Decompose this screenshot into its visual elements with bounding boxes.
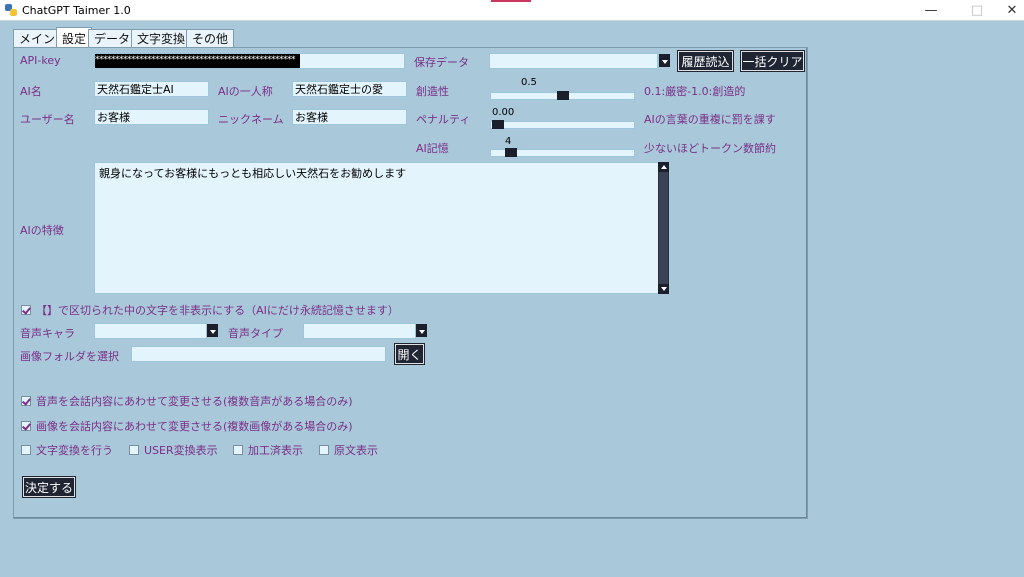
scroll-down-icon[interactable]: [658, 284, 669, 294]
api-key-label: API-key: [20, 54, 61, 67]
checkbox-box[interactable]: [129, 445, 139, 455]
creativity-slider-thumb[interactable]: [556, 91, 569, 100]
user-convert-label: USER変換表示: [144, 444, 218, 457]
change-image-checkbox[interactable]: 画像を会話内容にあわせて変更させる(複数画像がある場合のみ): [21, 418, 353, 434]
penalty-slider-thumb[interactable]: [492, 120, 504, 129]
change-voice-label: 音声を会話内容にあわせて変更させる(複数音声がある場合のみ): [36, 395, 353, 408]
confirm-button[interactable]: 決定する: [22, 476, 76, 498]
ai-first-person-label: AIの一人称: [218, 85, 273, 98]
settings-panel: API-key ********************************…: [13, 47, 808, 519]
creativity-value: 0.5: [521, 77, 537, 88]
ai-name-label: AI名: [20, 85, 42, 98]
image-folder-label: 画像フォルダを選択: [20, 350, 119, 363]
creativity-label: 創造性: [416, 85, 449, 98]
original-label: 原文表示: [334, 444, 378, 457]
api-key-value: ****************************************…: [95, 54, 300, 68]
scroll-up-icon[interactable]: [658, 162, 669, 172]
creativity-hint: 0.1:厳密-1.0:創造的: [644, 85, 746, 98]
change-image-label: 画像を会話内容にあわせて変更させる(複数画像がある場合のみ): [36, 420, 353, 433]
accent-line: [491, 0, 531, 2]
checkbox-box[interactable]: [21, 396, 31, 406]
voice-character-label: 音声キャラ: [20, 327, 75, 340]
ai-traits-label: AIの特徴: [20, 224, 64, 237]
user-convert-checkbox[interactable]: USER変換表示: [129, 442, 218, 458]
tab-char-convert[interactable]: 文字変換: [131, 29, 192, 47]
processed-checkbox[interactable]: 加工済表示: [233, 442, 303, 458]
penalty-slider[interactable]: [490, 121, 635, 129]
ai-traits-scrollbar[interactable]: [658, 162, 669, 294]
saved-data-label: 保存データ: [414, 56, 469, 69]
ai-name-field[interactable]: 天然石鑑定士AI: [94, 81, 209, 97]
maximize-icon[interactable]: □: [954, 0, 1000, 21]
char-convert-checkbox[interactable]: 文字変換を行う: [21, 442, 113, 458]
penalty-hint: AIの言葉の重複に罰を課す: [644, 113, 776, 126]
ai-first-person-field[interactable]: 天然石鑑定士の愛: [292, 81, 407, 97]
checkbox-box[interactable]: [233, 445, 243, 455]
ai-memory-slider-thumb[interactable]: [504, 148, 517, 157]
nickname-label: ニックネーム: [218, 113, 284, 126]
close-icon[interactable]: ✕: [1000, 0, 1024, 21]
saved-data-dropdown-icon[interactable]: [659, 54, 670, 67]
checkbox-box[interactable]: [21, 421, 31, 431]
voice-character-select[interactable]: [94, 323, 207, 339]
original-checkbox[interactable]: 原文表示: [319, 442, 378, 458]
checkbox-box[interactable]: [21, 305, 31, 315]
tab-data[interactable]: データ: [88, 29, 137, 47]
image-folder-field[interactable]: [131, 346, 386, 362]
ai-memory-value: 4: [505, 136, 512, 147]
processed-label: 加工済表示: [248, 444, 303, 457]
hide-bracket-text-checkbox[interactable]: 【】で区切られた中の文字を非表示にする（AIにだけ永続記憶させます）: [21, 302, 399, 318]
user-name-field[interactable]: お客様: [94, 109, 209, 125]
voice-character-dropdown-icon[interactable]: [207, 324, 218, 337]
scroll-track[interactable]: [659, 172, 668, 284]
ai-memory-label: AI記憶: [416, 142, 449, 155]
penalty-value: 0.00: [492, 107, 515, 118]
history-load-button[interactable]: 履歴読込: [677, 50, 734, 72]
tab-other[interactable]: その他: [186, 29, 235, 47]
checkbox-box[interactable]: [21, 445, 31, 455]
window-title: ChatGPT Taimer 1.0: [22, 3, 131, 17]
voice-type-label: 音声タイプ: [228, 327, 283, 340]
open-folder-button[interactable]: 開く: [394, 343, 425, 365]
hide-bracket-text-label: 【】で区切られた中の文字を非表示にする（AIにだけ永続記憶させます）: [36, 304, 399, 317]
ai-memory-hint: 少ないほどトークン数節約: [644, 142, 776, 155]
user-name-label: ユーザー名: [20, 113, 75, 126]
change-voice-checkbox[interactable]: 音声を会話内容にあわせて変更させる(複数音声がある場合のみ): [21, 393, 353, 409]
char-convert-label: 文字変換を行う: [36, 444, 113, 457]
voice-type-dropdown-icon[interactable]: [416, 324, 427, 337]
ai-traits-textarea[interactable]: 親身になってお客様にもっとも相応しい天然石をお勧めします: [94, 162, 659, 294]
penalty-label: ペナルティ: [416, 113, 471, 126]
api-key-field[interactable]: ****************************************…: [94, 53, 405, 69]
tab-settings[interactable]: 設定: [56, 27, 93, 48]
saved-data-select[interactable]: [489, 53, 658, 69]
app-icon: [5, 4, 17, 16]
tab-main[interactable]: メイン: [13, 29, 62, 47]
checkbox-box[interactable]: [319, 445, 329, 455]
nickname-field[interactable]: お客様: [292, 109, 407, 125]
bulk-clear-button[interactable]: 一括クリア: [740, 50, 805, 72]
voice-type-select[interactable]: [303, 323, 416, 339]
title-bar: ChatGPT Taimer 1.0: [0, 0, 1024, 21]
minimize-icon[interactable]: —: [908, 0, 954, 21]
